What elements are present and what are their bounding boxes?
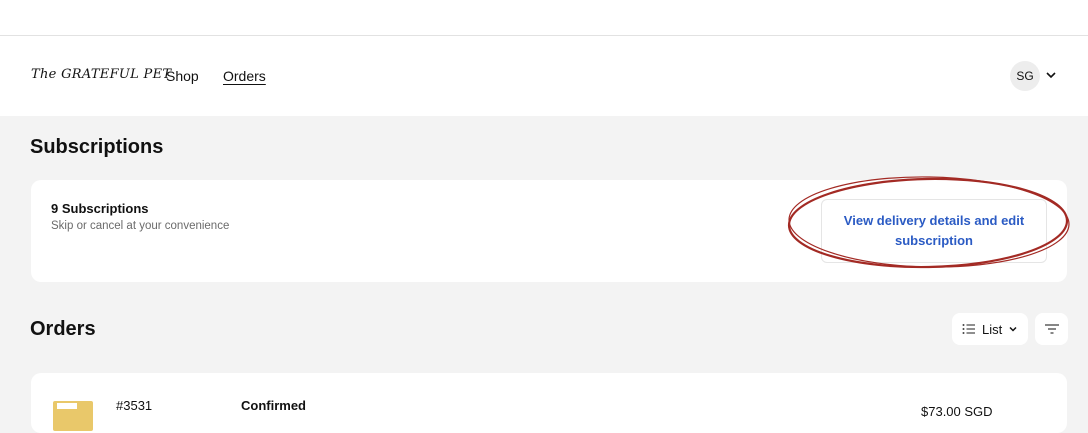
browser-top-strip xyxy=(0,0,1088,36)
nav-link-orders[interactable]: Orders xyxy=(223,68,266,84)
order-card[interactable]: #3531 Confirmed $73.00 SGD xyxy=(31,373,1067,433)
order-product-thumbnail-label xyxy=(57,403,77,409)
subscriptions-count: 9 Subscriptions xyxy=(51,201,149,216)
view-delivery-details-button[interactable]: View delivery details and edit subscript… xyxy=(821,199,1047,263)
view-mode-dropdown[interactable]: List xyxy=(952,313,1028,345)
brand-logo[interactable]: The GRATEFUL PET xyxy=(31,67,171,82)
order-number[interactable]: #3531 xyxy=(116,398,152,413)
filter-button[interactable] xyxy=(1035,313,1068,345)
chevron-down-icon xyxy=(1009,326,1017,332)
order-status: Confirmed xyxy=(241,398,306,413)
subscriptions-card: 9 Subscriptions Skip or cancel at your c… xyxy=(31,180,1067,282)
list-icon xyxy=(962,324,975,334)
nav-link-shop[interactable]: Shop xyxy=(166,68,199,84)
filter-icon xyxy=(1044,324,1059,334)
site-header: The GRATEFUL PET Shop Orders SG xyxy=(0,36,1088,116)
orders-heading: Orders xyxy=(30,318,96,340)
order-total: $73.00 SGD xyxy=(921,404,993,419)
user-avatar[interactable]: SG xyxy=(1010,61,1040,91)
chevron-down-icon[interactable] xyxy=(1044,68,1058,82)
subscriptions-heading: Subscriptions xyxy=(30,136,164,158)
subscriptions-description: Skip or cancel at your convenience xyxy=(51,220,230,232)
view-mode-label: List xyxy=(982,321,1003,337)
